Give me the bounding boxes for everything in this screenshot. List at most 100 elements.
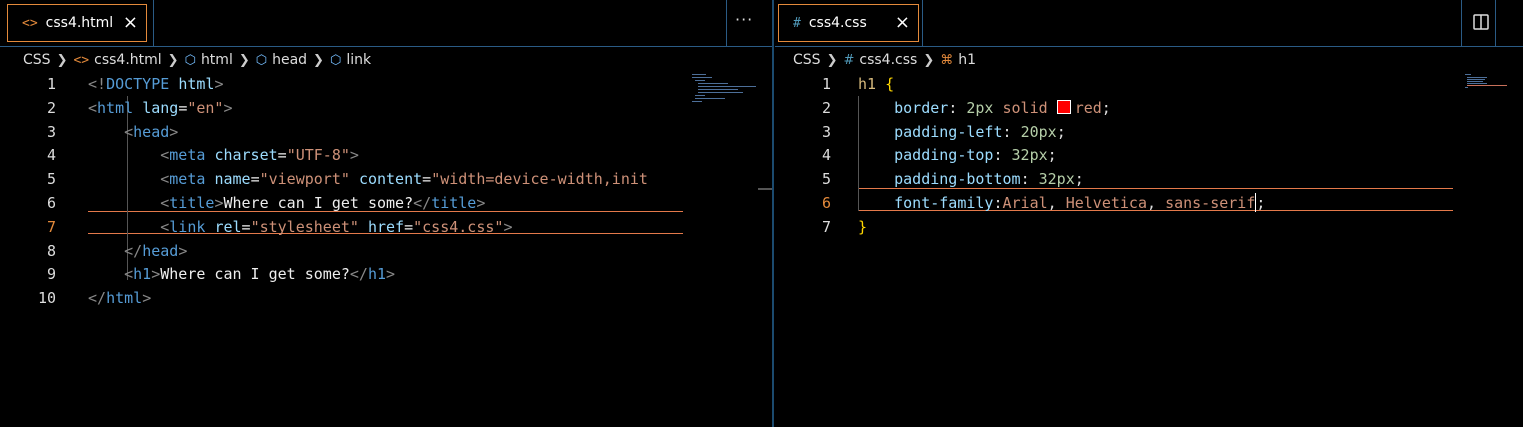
split-editor-icon[interactable] (1473, 14, 1489, 30)
code-editor-css[interactable]: 1 h1 {2 border: 2px solid red; 3 padding-l… (775, 73, 1523, 427)
code-token: , (1047, 194, 1066, 212)
code-token: < (124, 265, 134, 284)
code-text: h1 { (858, 73, 894, 96)
minimap[interactable] (1463, 73, 1513, 93)
tab-separator (153, 0, 154, 46)
code-token: padding-bottom (894, 170, 1021, 189)
code-token: meta (169, 170, 206, 189)
code-token: html (178, 75, 215, 93)
line-number: 9 (46, 265, 56, 284)
breadcrumb: CSS ❯ <> css4.html ❯ ⬡ html ❯ ⬡ head ❯ ⬡… (0, 47, 772, 73)
code-text: <title>Where can I get some?</title> (88, 192, 485, 215)
code-token: lang (142, 98, 179, 117)
code-token: head (142, 241, 179, 260)
code-editor-html[interactable]: 1 <!DOCTYPE html> 2 <html lang="en"> 3 <head… (0, 73, 772, 427)
breadcrumb-folder[interactable]: CSS (23, 52, 51, 68)
tab-separator (1495, 0, 1496, 46)
tab-css4-css[interactable]: # css4.css × (778, 4, 919, 42)
code-token: content (358, 170, 423, 189)
tab-css4-html[interactable]: <> css4.html × (7, 4, 147, 42)
editor-group-divider[interactable] (772, 0, 774, 427)
code-text: font-family:Arial, Helvetica, sans-serif… (858, 192, 1265, 215)
code-text: <link rel="stylesheet" href="css4.css"> (88, 216, 512, 239)
code-text: } (858, 216, 867, 239)
minimap[interactable] (690, 73, 760, 113)
color-swatch-icon[interactable] (1056, 99, 1071, 114)
code-text: </head> (88, 240, 187, 263)
code-token: sans-serif (1165, 194, 1256, 212)
tab-separator (922, 0, 923, 46)
breadcrumb-symbol-label: html (200, 52, 233, 68)
code-token: 2px (966, 98, 994, 117)
code-text: <head> (88, 121, 178, 144)
breadcrumb-file[interactable]: <> css4.html (73, 52, 161, 68)
breadcrumb-symbol-head[interactable]: ⬡ head (256, 52, 307, 68)
chevron-right-icon: ❯ (313, 52, 324, 68)
code-token: = (404, 217, 414, 236)
chevron-right-icon: ❯ (56, 52, 68, 68)
code-token: > (151, 265, 161, 284)
code-token: "UTF-8" (286, 146, 350, 165)
code-token: </ (349, 265, 368, 284)
code-token: "css4.css" (413, 217, 504, 236)
code-token: link (169, 217, 206, 236)
cube-icon: ⬡ (329, 52, 342, 68)
line-number: 1 (821, 75, 831, 93)
breadcrumb-symbol-link[interactable]: ⬡ link (330, 52, 371, 68)
code-token: html (97, 98, 134, 117)
breadcrumb-symbol-html[interactable]: ⬡ html (185, 52, 233, 68)
line-number: 1 (46, 75, 56, 93)
right-tab-bar: # css4.css × (775, 0, 1523, 47)
left-tab-bar: <> css4.html × ··· (0, 0, 772, 47)
chevron-right-icon: ❯ (167, 52, 179, 68)
code-token: h1 (133, 265, 152, 284)
code-token: : (1020, 170, 1039, 189)
line-number: 3 (46, 122, 56, 141)
breadcrumb-selector[interactable]: ⌘ h1 (940, 52, 976, 68)
css-file-icon: # (843, 52, 855, 68)
line-number: 4 (46, 146, 56, 165)
line-number: 7 (821, 217, 831, 236)
code-token: border (894, 98, 949, 117)
tab-label: css4.css (808, 15, 867, 31)
close-icon[interactable]: × (123, 12, 138, 34)
breadcrumb-file[interactable]: # css4.css (843, 52, 917, 68)
line-number: 2 (46, 98, 56, 117)
line-number: 7 (46, 217, 56, 236)
code-token: padding-top (894, 146, 994, 165)
code-token: < (88, 98, 98, 117)
line-number: 6 (46, 194, 56, 212)
breadcrumb-folder[interactable]: CSS (793, 52, 821, 68)
code-token: h1 (367, 265, 387, 284)
cube-icon: ⬡ (184, 52, 196, 68)
code-token: </ (124, 241, 143, 260)
code-token: > (349, 146, 359, 165)
line-number: 4 (821, 146, 831, 165)
code-token: > (503, 217, 513, 236)
code-token: font-family (894, 194, 994, 212)
code-text: border: 2px solid red; (858, 97, 1111, 120)
selector-icon: ⌘ (940, 52, 954, 68)
tab-label: css4.html (45, 15, 114, 31)
code-token: Where can I get some? (223, 194, 414, 212)
scrollbar-indicator[interactable] (758, 188, 772, 190)
code-token: red (1074, 98, 1102, 117)
code-token: "width=device-width,init (431, 170, 648, 189)
code-token: = (178, 98, 188, 117)
left-editor-group: <> css4.html × ··· CSS ❯ <> css4.html ❯ … (0, 0, 772, 427)
code-token: : (1002, 122, 1021, 141)
close-icon[interactable]: × (895, 12, 910, 34)
code-token: < (124, 122, 134, 141)
tab-separator (726, 0, 727, 46)
code-token: > (178, 241, 188, 260)
code-token: padding-left (894, 122, 1003, 141)
code-token: : (993, 194, 1003, 212)
code-token: title (431, 194, 477, 212)
more-actions-icon[interactable]: ··· (735, 10, 753, 29)
code-text: <meta charset="UTF-8"> (88, 144, 359, 167)
